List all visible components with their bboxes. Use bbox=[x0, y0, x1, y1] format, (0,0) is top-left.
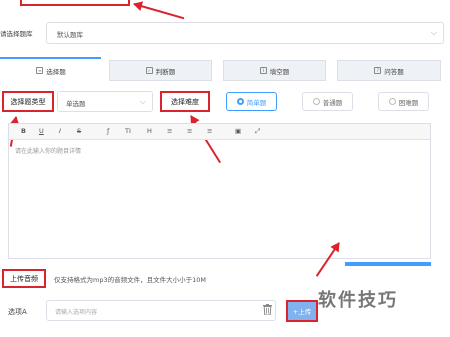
option-a-placeholder: 请输入选项内容 bbox=[55, 309, 98, 316]
italic-icon[interactable]: I bbox=[59, 127, 61, 135]
underline-icon[interactable]: U bbox=[39, 127, 44, 135]
tab-judge-label: 判断题 bbox=[155, 67, 176, 76]
qa-icon: ? bbox=[374, 67, 382, 74]
font-size-icon[interactable]: TI bbox=[125, 127, 131, 135]
annotation-arrow-top bbox=[133, 3, 185, 20]
question-editor[interactable]: B U I S ƒ TI H ≡ ≡ ≡ ▣ ⤢ 请在此输入你的题目详情 bbox=[8, 123, 431, 259]
check-icon: ✓ bbox=[145, 67, 153, 74]
image-icon[interactable]: ▣ bbox=[235, 127, 241, 135]
difficulty-normal-option[interactable]: 普通题 bbox=[302, 92, 353, 111]
chevron-down-icon: ⌵ bbox=[430, 28, 437, 37]
strikethrough-icon[interactable]: S bbox=[77, 127, 81, 135]
radio-icon bbox=[388, 98, 396, 105]
tab-judge[interactable]: ✓ 判断题 bbox=[109, 60, 212, 81]
tab-fill-blank[interactable]: I 填空题 bbox=[223, 60, 326, 81]
active-tab-indicator bbox=[0, 57, 101, 59]
difficulty-easy-option[interactable]: 简单题 bbox=[226, 92, 277, 111]
difficulty-normal-label: 普通题 bbox=[322, 98, 343, 107]
bank-select[interactable]: 默认题库 ⌵ bbox=[46, 22, 444, 44]
heading-icon[interactable]: H bbox=[147, 127, 152, 135]
tab-fill-blank-label: 填空题 bbox=[269, 67, 290, 76]
difficulty-label: 选择难度 bbox=[160, 91, 210, 112]
question-type-label: 选择题类型 bbox=[2, 91, 54, 112]
upload-hint: 仅支持格式为mp3的音频文件，且文件大小小于10M bbox=[54, 276, 206, 284]
align-right-icon[interactable]: ≡ bbox=[207, 127, 212, 135]
option-a-upload-button[interactable]: +上传 bbox=[286, 300, 318, 322]
bank-row: 请选择题库 默认题库 ⌵ bbox=[0, 22, 450, 46]
editor-toolbar: B U I S ƒ TI H ≡ ≡ ≡ ▣ ⤢ bbox=[9, 124, 430, 140]
radio-icon bbox=[312, 98, 320, 105]
tab-choice-label: 选择题 bbox=[46, 67, 66, 76]
difficulty-hard-option[interactable]: 困难题 bbox=[378, 92, 429, 111]
tab-choice[interactable]: ≡ 选择题 bbox=[0, 60, 102, 81]
editor-placeholder: 请在此输入你的题目详情 bbox=[15, 148, 82, 155]
watermark-text: 软件技巧 bbox=[318, 290, 398, 311]
format-icon[interactable]: ƒ bbox=[107, 127, 109, 135]
difficulty-hard-label: 困难题 bbox=[398, 98, 419, 107]
radio-icon bbox=[236, 98, 244, 105]
fullscreen-icon[interactable]: ⤢ bbox=[255, 127, 260, 136]
align-left-icon[interactable]: ≡ bbox=[167, 127, 172, 135]
bank-label: 请选择题库 bbox=[0, 30, 33, 38]
tab-qa[interactable]: ? 问答题 bbox=[337, 60, 441, 81]
option-a-label: 选项A bbox=[8, 308, 27, 316]
difficulty-easy-label: 简单题 bbox=[246, 98, 267, 107]
question-type-select[interactable]: 单选题 ⌵ bbox=[57, 91, 153, 112]
bold-icon[interactable]: B bbox=[21, 127, 26, 135]
accent-strip bbox=[345, 262, 431, 266]
align-center-icon[interactable]: ≡ bbox=[187, 127, 192, 135]
list-icon: ≡ bbox=[36, 67, 44, 74]
chevron-down-icon: ⌵ bbox=[139, 97, 146, 106]
blank-icon: I bbox=[259, 67, 267, 74]
upload-audio-label[interactable]: 上传音频 bbox=[2, 269, 46, 288]
highlight-box-top bbox=[20, 0, 130, 6]
option-a-input[interactable]: 请输入选项内容 bbox=[46, 300, 276, 321]
bank-select-value: 默认题库 bbox=[57, 31, 83, 39]
question-type-value: 单选题 bbox=[66, 100, 86, 108]
tab-qa-label: 问答题 bbox=[384, 67, 404, 76]
trash-icon[interactable] bbox=[263, 304, 272, 315]
